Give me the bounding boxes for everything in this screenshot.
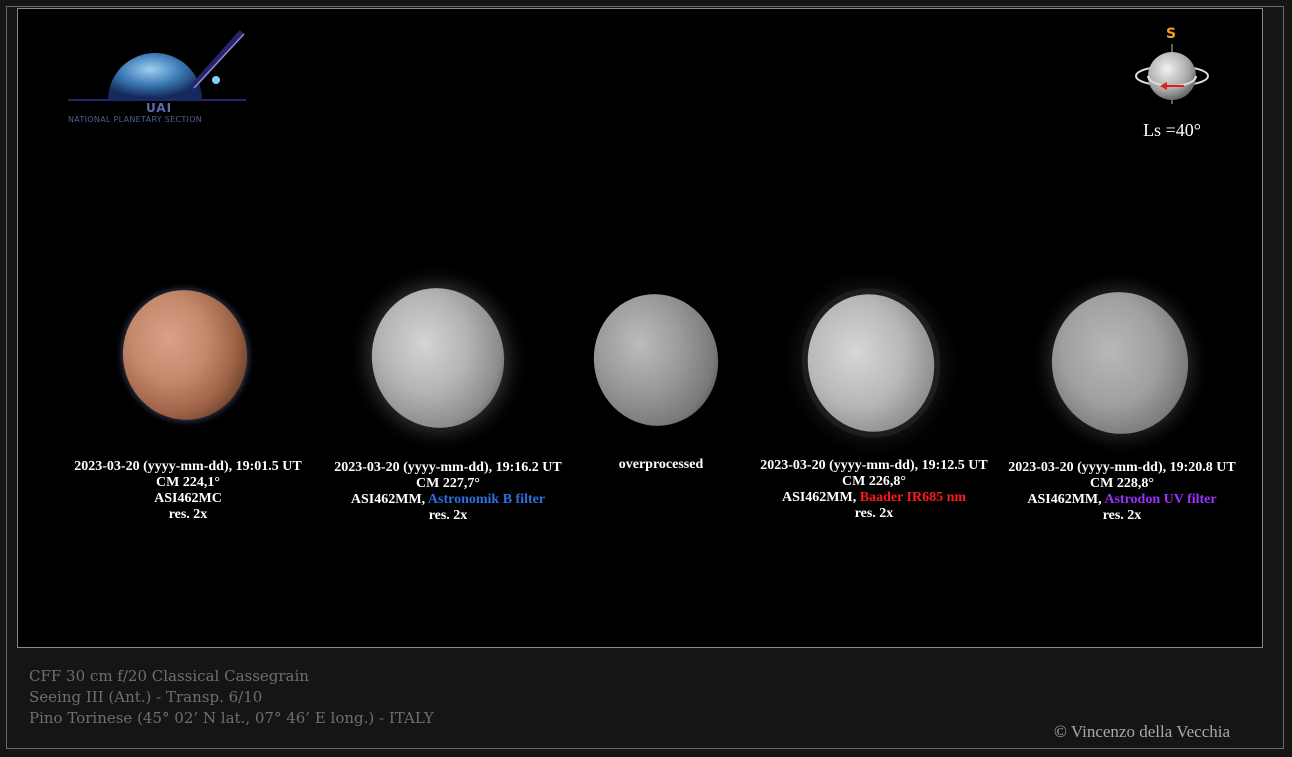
ls-label: Ls =40° xyxy=(1143,120,1201,140)
caption-filter: Astrodon UV filter xyxy=(1104,492,1217,507)
caption-camera: ASI462MM, xyxy=(1027,492,1105,507)
caption-resolution: res. 2x xyxy=(1102,508,1142,523)
caption-resolution: res. 2x xyxy=(168,507,208,522)
caption-resolution: res. 2x xyxy=(854,506,894,521)
caption-cm: CM 227,7° xyxy=(416,476,480,491)
caption-image-4: 2023-03-20 (yyyy-mm-dd), 19:12.5 UT CM 2… xyxy=(744,458,1004,522)
caption-image-1: 2023-03-20 (yyyy-mm-dd), 19:01.5 UT CM 2… xyxy=(58,459,318,523)
caption-camera: ASI462MC xyxy=(154,491,222,506)
caption-camera: ASI462MM, xyxy=(350,492,428,507)
orientation-compass: S xyxy=(1130,26,1214,108)
caption-filter: Astronomik B filter xyxy=(427,492,546,507)
caption-filter: Baader IR685 nm xyxy=(859,490,967,505)
footer-conditions: Seeing III (Ant.) - Transp. 6/10 xyxy=(29,688,263,706)
caption-datetime: 2023-03-20 (yyyy-mm-dd), 19:20.8 UT xyxy=(1008,460,1236,475)
caption-cm: CM 224,1° xyxy=(156,475,220,490)
logo-subtitle: NATIONAL PLANETARY SECTION xyxy=(68,115,203,124)
caption-datetime: 2023-03-20 (yyyy-mm-dd), 19:12.5 UT xyxy=(760,458,988,473)
caption-resolution: res. 2x xyxy=(428,508,468,523)
caption-cm: CM 226,8° xyxy=(842,474,906,489)
caption-camera-filter: ASI462MM, Astrodon UV filter xyxy=(992,492,1252,508)
caption-camera-filter: ASI462MM, Astronomik B filter xyxy=(318,492,578,508)
caption-image-5: 2023-03-20 (yyyy-mm-dd), 19:20.8 UT CM 2… xyxy=(992,460,1252,524)
footer-location: Pino Torinese (45° 02’ N lat., 07° 46’ E… xyxy=(29,709,434,727)
caption-camera: ASI462MM, xyxy=(781,490,860,505)
copyright: © Vincenzo della Vecchia xyxy=(1054,722,1231,741)
caption-datetime: 2023-03-20 (yyyy-mm-dd), 19:01.5 UT xyxy=(74,459,302,474)
footer-telescope: CFF 30 cm f/20 Classical Cassegrain xyxy=(29,667,309,685)
pole-label: S xyxy=(1166,26,1177,42)
caption-cm: CM 228,8° xyxy=(1090,476,1154,491)
logo-title: UAI xyxy=(146,101,173,115)
uai-logo: UAI NATIONAL PLANETARY SECTION xyxy=(62,28,252,128)
caption-camera-filter: ASI462MM, Baader IR685 nm xyxy=(744,490,1004,506)
